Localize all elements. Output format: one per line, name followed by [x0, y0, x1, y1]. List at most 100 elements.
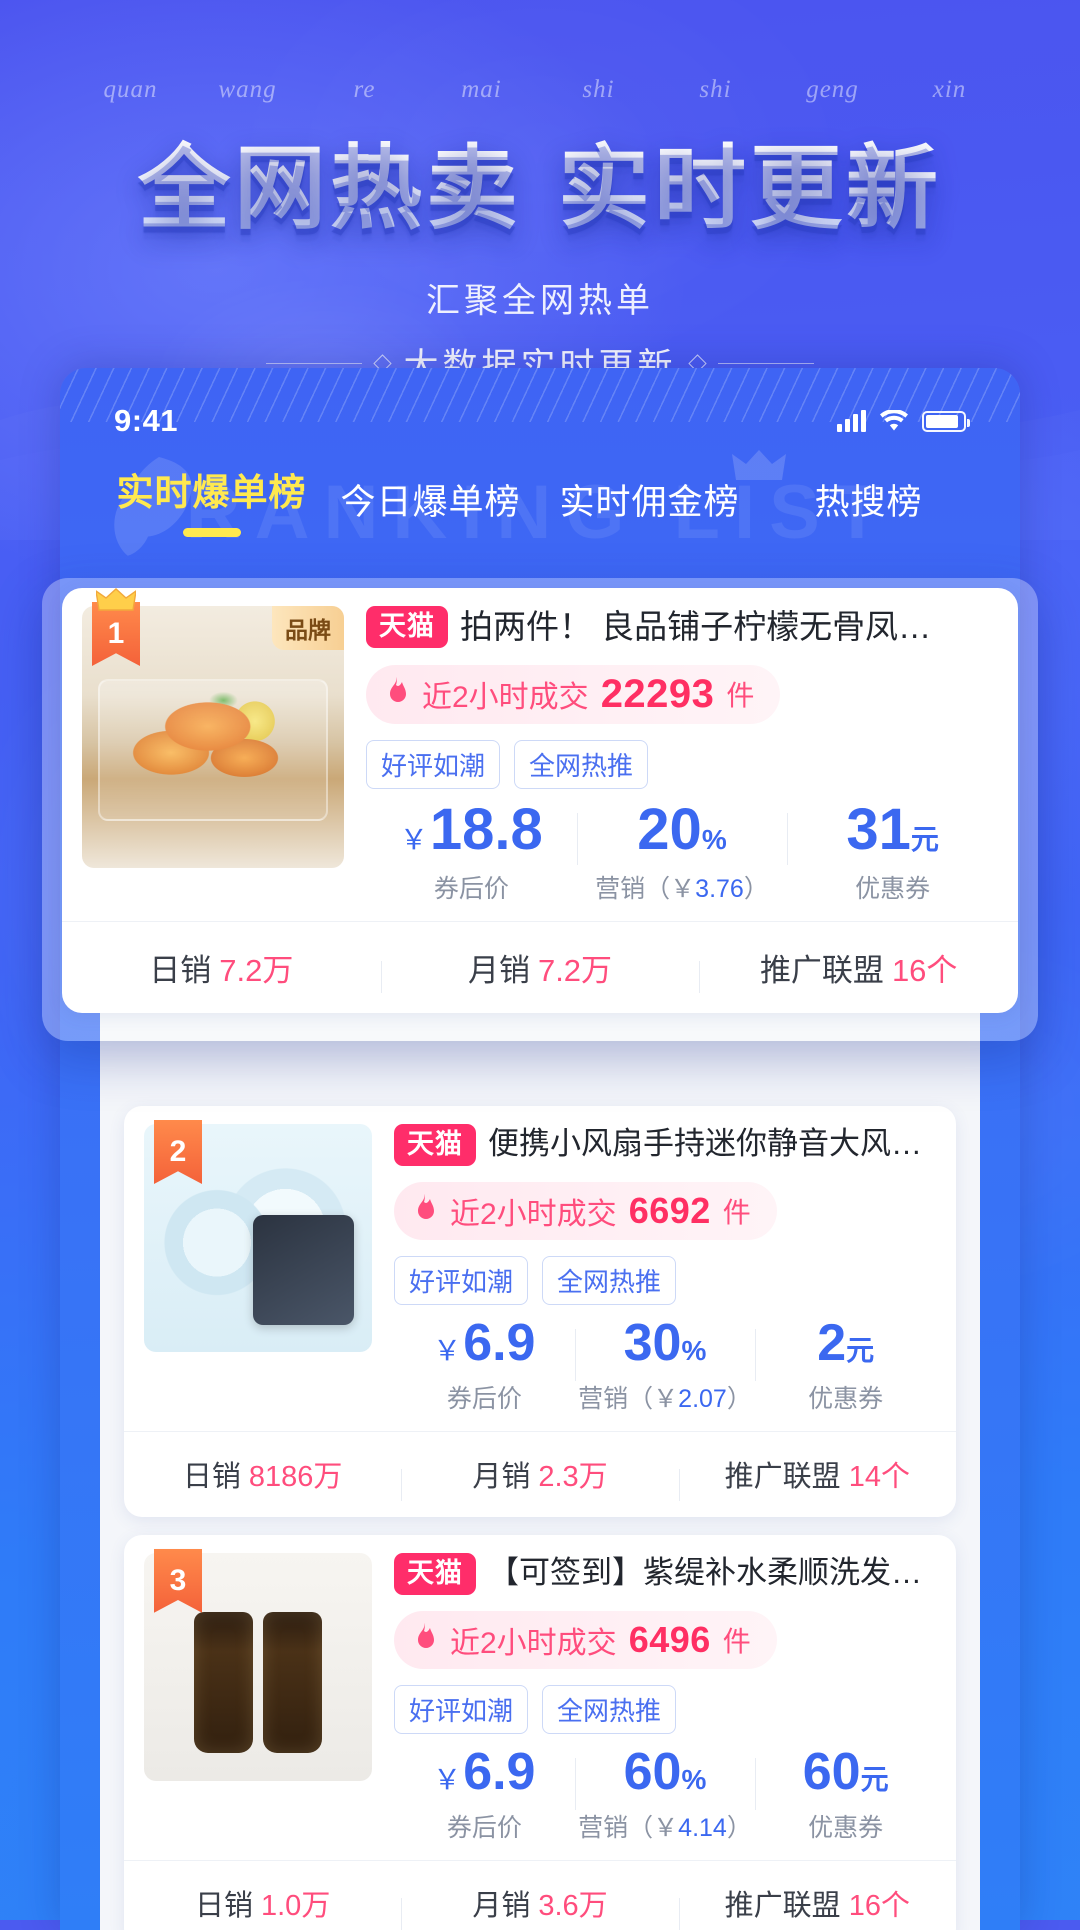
product-tags: 好评如潮 全网热推: [394, 1256, 936, 1305]
hero-pinyin-row: quan wang re mai shi shi geng xin: [0, 76, 1080, 104]
divider-line-left: [266, 363, 362, 364]
commission-amount: 2.07: [678, 1385, 727, 1413]
product-info: 天猫 【可签到】紫缇补水柔顺洗发… 近2小时成交 6496 件: [372, 1553, 936, 1844]
featured-product-highlight[interactable]: 1 品牌 天猫 拍两件！ 良品铺子柠檬无骨凤… 近2小时成交 22293: [42, 578, 1038, 1041]
product-main: 3 天猫 【可签到】紫缇补水柔顺洗发… 近2小时成交 6496: [124, 1535, 956, 1844]
product-title-row: 天猫 便携小风扇手持迷你静音大风力…: [394, 1124, 936, 1166]
commission-value: 30%: [575, 1317, 756, 1369]
product-price-row: ￥6.9 券后价 30% 营销（￥2.07）: [394, 1317, 936, 1415]
stat-value: 7.2万: [219, 953, 293, 988]
hot-sales-pill: 近2小时成交 6692 件: [394, 1182, 777, 1240]
tag-high-praise: 好评如潮: [366, 740, 500, 789]
price-label: 券后价: [394, 1808, 575, 1844]
stat-value: 3.6万: [538, 1890, 607, 1922]
stat-value: 8186万: [249, 1461, 343, 1493]
commission-unit: %: [681, 1764, 706, 1795]
pinyin-syllable: mai: [423, 76, 540, 104]
currency-symbol: ￥: [433, 1764, 461, 1795]
coupon-col: 2元 优惠券: [755, 1317, 936, 1415]
shop-platform-badge: 天猫: [394, 1124, 476, 1166]
coupon-unit: 元: [846, 1335, 874, 1366]
product-stats-row: 日销1.0万 月销3.6万 推广联盟16个: [124, 1860, 956, 1930]
pinyin-syllable: quan: [72, 76, 189, 104]
flame-icon: [410, 1194, 438, 1228]
featured-card[interactable]: 1 品牌 天猫 拍两件！ 良品铺子柠檬无骨凤… 近2小时成交 22293: [62, 588, 1018, 1013]
coupon-value: 2元: [755, 1317, 936, 1369]
price-after-coupon-col: ￥18.8 券后价: [366, 801, 577, 905]
coupon-value: 60元: [755, 1746, 936, 1798]
commission-col: 60% 营销（￥4.14）: [575, 1746, 756, 1844]
hot-sales-unit: 件: [723, 1191, 751, 1231]
coupon-value: 31元: [787, 801, 998, 859]
tab-label: 实时佣金榜: [540, 474, 759, 525]
hot-sales-unit: 件: [726, 674, 754, 714]
commission-amount: 3.76: [695, 875, 744, 903]
product-tags: 好评如潮 全网热推: [366, 740, 998, 789]
commission-label: 营销（￥4.14）: [575, 1808, 756, 1844]
product-thumbnail-wrap[interactable]: 1 品牌: [82, 606, 344, 868]
tag-high-praise: 好评如潮: [394, 1685, 528, 1734]
hero-title: 全网热卖 实时更新: [0, 114, 1080, 247]
list-item[interactable]: 2 天猫 便携小风扇手持迷你静音大风力… 近2小时成交 6692: [124, 1106, 956, 1517]
commission-col: 30% 营销（￥2.07）: [575, 1317, 756, 1415]
coupon-label: 优惠券: [755, 1808, 936, 1844]
pinyin-syllable: geng: [774, 76, 891, 104]
tag-network-hot: 全网热推: [514, 740, 648, 789]
hot-sales-prefix: 近2小时成交: [422, 672, 589, 716]
divider-line-right: [718, 363, 814, 364]
stat-label: 月销: [472, 1890, 530, 1922]
price-after-coupon-col: ￥6.9 券后价: [394, 1317, 575, 1415]
stat-label: 推广联盟: [725, 1461, 841, 1493]
list-item[interactable]: 3 天猫 【可签到】紫缇补水柔顺洗发… 近2小时成交 6496: [124, 1535, 956, 1930]
hot-sales-pill: 近2小时成交 6496 件: [394, 1611, 777, 1669]
stat-promotion-alliance: 推广联盟16个: [679, 1882, 956, 1924]
wifi-icon: [879, 410, 909, 433]
price-label: 券后价: [394, 1379, 575, 1415]
tab-today-burst[interactable]: 今日爆单榜: [321, 474, 540, 525]
tab-label: 今日爆单榜: [321, 474, 540, 525]
stat-daily-sales: 日销8186万: [124, 1453, 401, 1495]
commission-label-pre: 营销（￥: [595, 875, 695, 903]
stat-value: 7.2万: [538, 953, 612, 988]
tab-hot-search[interactable]: 热搜榜: [759, 474, 978, 525]
product-title: 拍两件！ 良品铺子柠檬无骨凤…: [460, 606, 998, 649]
product-thumbnail-wrap[interactable]: 3: [144, 1553, 372, 1781]
hot-sales-unit: 件: [723, 1620, 751, 1660]
shop-platform-badge: 天猫: [366, 606, 448, 648]
tab-label: 实时爆单榜: [102, 462, 321, 516]
crown-icon: [96, 588, 136, 614]
commission-label-post: ）: [727, 1814, 752, 1842]
pinyin-syllable: re: [306, 76, 423, 104]
commission-unit: %: [681, 1335, 706, 1366]
ranking-tabs[interactable]: 实时爆单榜 今日爆单榜 实时佣金榜 热搜榜: [60, 456, 1020, 542]
stat-monthly-sales: 月销2.3万: [401, 1453, 678, 1495]
commission-label-pre: 营销（￥: [578, 1814, 678, 1842]
product-main: 1 品牌 天猫 拍两件！ 良品铺子柠檬无骨凤… 近2小时成交 22293: [62, 588, 1018, 905]
battery-icon: [922, 411, 966, 432]
commission-label-pre: 营销（￥: [578, 1385, 678, 1413]
stat-label: 月销: [468, 953, 530, 988]
hot-sales-count: 6692: [629, 1190, 711, 1232]
stat-label: 推广联盟: [760, 953, 884, 988]
commission-label: 营销（￥2.07）: [575, 1379, 756, 1415]
coupon-number: 2: [817, 1314, 846, 1372]
tab-realtime-commission[interactable]: 实时佣金榜: [540, 474, 759, 525]
tag-high-praise: 好评如潮: [394, 1256, 528, 1305]
stat-value: 2.3万: [538, 1461, 607, 1493]
commission-unit: %: [702, 824, 727, 855]
stat-daily-sales: 日销7.2万: [62, 945, 381, 990]
product-title: 便携小风扇手持迷你静音大风力…: [488, 1124, 936, 1164]
price-number: 6.9: [463, 1743, 535, 1801]
product-stats-row: 日销8186万 月销2.3万 推广联盟14个: [124, 1431, 956, 1517]
status-bar-time: 9:41: [114, 403, 178, 439]
commission-value: 20%: [577, 801, 788, 859]
product-thumbnail-wrap[interactable]: 2: [144, 1124, 372, 1352]
commission-number: 20: [637, 797, 702, 862]
commission-label-post: ）: [744, 875, 769, 903]
tab-realtime-burst[interactable]: 实时爆单榜: [102, 462, 321, 537]
commission-amount: 4.14: [678, 1814, 727, 1842]
product-price-row: ￥18.8 券后价 20% 营销（￥3.76） 31元: [366, 801, 998, 905]
price-number: 6.9: [463, 1314, 535, 1372]
pinyin-syllable: shi: [540, 76, 657, 104]
product-title: 【可签到】紫缇补水柔顺洗发…: [488, 1553, 936, 1593]
